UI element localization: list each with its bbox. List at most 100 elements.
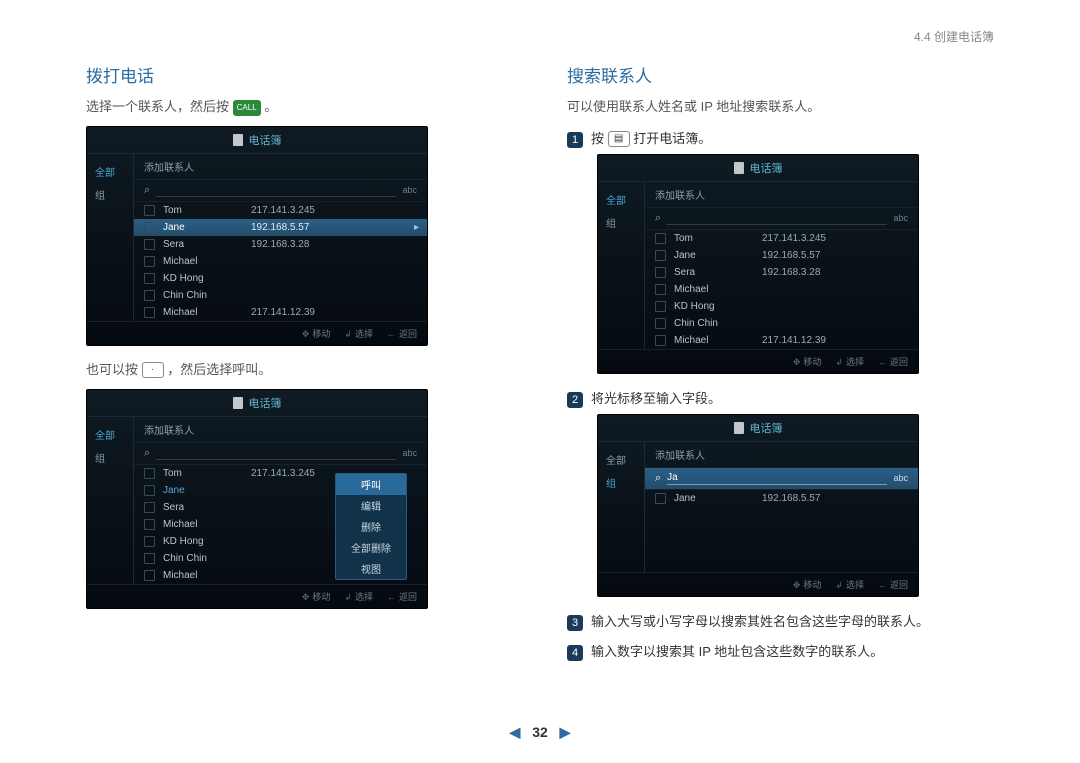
list-item[interactable]: Jane192.168.5.57▸: [134, 219, 427, 236]
checkbox[interactable]: [144, 536, 155, 547]
call-key-icon: CALL: [233, 100, 261, 116]
panel-title: 电话簿: [87, 390, 427, 417]
list-item[interactable]: KD Hong: [645, 298, 918, 315]
contact-name: KD Hong: [674, 301, 754, 312]
sidebar-all[interactable]: 全部: [598, 188, 644, 211]
next-page-button[interactable]: ▶: [560, 724, 571, 740]
sidebar-group[interactable]: 组: [87, 446, 133, 469]
list-item[interactable]: Michael: [134, 253, 427, 270]
foot-back: 返回: [878, 578, 908, 591]
text: 。: [264, 99, 277, 114]
sidebar: 全部 组: [598, 442, 645, 572]
search-row[interactable]: ⌕ abc: [645, 208, 918, 230]
sidebar-all[interactable]: 全部: [87, 160, 133, 183]
list-item[interactable]: Jane192.168.5.57: [645, 490, 918, 507]
list-item[interactable]: Chin Chin: [134, 287, 427, 304]
step-1: 1 按 ▤ 打开电话簿。: [567, 128, 994, 148]
contact-name: Sera: [674, 267, 754, 278]
checkbox[interactable]: [144, 290, 155, 301]
foot-back: 返回: [387, 327, 417, 340]
sidebar: 全部 组: [598, 182, 645, 349]
list-item[interactable]: Tom217.141.3.245: [134, 202, 427, 219]
contact-name: Jane: [163, 485, 243, 496]
checkbox[interactable]: [144, 222, 155, 233]
checkbox[interactable]: [655, 493, 666, 504]
title-text: 电话簿: [750, 420, 783, 436]
add-contact-row[interactable]: 添加联系人: [134, 417, 427, 443]
search-icon: ⌕: [144, 184, 150, 197]
checkbox[interactable]: [655, 301, 666, 312]
search-row[interactable]: ⌕ abc: [134, 180, 427, 202]
checkbox[interactable]: [144, 553, 155, 564]
contact-name: Chin Chin: [674, 318, 754, 329]
checkbox[interactable]: [144, 307, 155, 318]
sidebar: 全部 组: [87, 417, 134, 584]
phonebook-icon: [734, 162, 744, 174]
list-item[interactable]: Michael: [645, 281, 918, 298]
search-icon: ⌕: [655, 212, 661, 225]
list-item[interactable]: Michael217.141.12.39: [645, 332, 918, 349]
checkbox[interactable]: [144, 519, 155, 530]
list-item[interactable]: Sera192.168.3.28: [134, 236, 427, 253]
search-input[interactable]: [667, 212, 887, 225]
checkbox[interactable]: [655, 335, 666, 346]
phonebook-key-icon: ▤: [608, 131, 630, 147]
search-input[interactable]: [156, 184, 396, 197]
contact-ip: 192.168.5.57: [762, 250, 908, 261]
foot-back: 返回: [878, 355, 908, 368]
contact-ip: 217.141.3.245: [251, 205, 417, 216]
list-item[interactable]: Chin Chin: [645, 315, 918, 332]
ctx-view[interactable]: 视图: [336, 558, 406, 579]
panel-footer: 移动 选择 返回: [87, 321, 427, 345]
add-contact-row[interactable]: 添加联系人: [645, 442, 918, 468]
search-row[interactable]: ⌕ Ja abc: [645, 468, 918, 490]
dial-instruction: 选择一个联系人，然后按 CALL 。: [86, 97, 513, 118]
add-contact-row[interactable]: 添加联系人: [134, 154, 427, 180]
sidebar-all[interactable]: 全部: [598, 448, 644, 471]
pager: ◀ 32 ▶: [0, 724, 1080, 741]
chevron-right-icon: ▸: [414, 222, 419, 233]
sidebar-group[interactable]: 组: [87, 183, 133, 206]
prev-page-button[interactable]: ◀: [510, 724, 521, 740]
checkbox[interactable]: [144, 273, 155, 284]
checkbox[interactable]: [144, 485, 155, 496]
contact-list: Tom217.141.3.245 Jane 192.168.5.57 Sera19…: [645, 230, 918, 349]
sidebar-all[interactable]: 全部: [87, 423, 133, 446]
ctx-delete-all[interactable]: 全部删除: [336, 537, 406, 558]
checkbox[interactable]: [655, 233, 666, 244]
list-item[interactable]: Sera192.168.3.28: [645, 264, 918, 281]
sidebar-group[interactable]: 组: [598, 211, 644, 234]
checkbox[interactable]: [144, 239, 155, 250]
title-text: 电话簿: [249, 132, 282, 148]
abc-label: abc: [402, 448, 417, 458]
checkbox[interactable]: [655, 267, 666, 278]
list-item[interactable]: Tom217.141.3.245: [645, 230, 918, 247]
list-item[interactable]: KD Hong: [134, 270, 427, 287]
checkbox[interactable]: [144, 468, 155, 479]
contact-name: Jane: [674, 250, 754, 261]
ctx-edit[interactable]: 编辑: [336, 495, 406, 516]
sidebar-group[interactable]: 组: [598, 471, 644, 494]
ctx-call[interactable]: 呼叫: [336, 474, 406, 495]
checkbox[interactable]: [144, 205, 155, 216]
contact-name: KD Hong: [163, 273, 243, 284]
step-2: 2 将光标移至输入字段。: [567, 388, 994, 408]
abc-label: abc: [402, 185, 417, 195]
add-contact-row[interactable]: 添加联系人: [645, 182, 918, 208]
list-item[interactable]: Jane 192.168.5.57: [645, 247, 918, 264]
checkbox[interactable]: [144, 256, 155, 267]
search-input[interactable]: [156, 447, 396, 460]
checkbox[interactable]: [655, 284, 666, 295]
checkbox[interactable]: [144, 570, 155, 581]
search-row[interactable]: ⌕ abc: [134, 443, 427, 465]
search-input[interactable]: Ja: [667, 472, 887, 485]
ctx-delete[interactable]: 删除: [336, 516, 406, 537]
list-item[interactable]: Michael217.141.12.39: [134, 304, 427, 321]
contact-ip: 192.168.5.57: [251, 222, 417, 233]
foot-select: 选择: [344, 327, 373, 340]
checkbox[interactable]: [144, 502, 155, 513]
text: 输入大写或小写字母以搜索其姓名包含这些字母的联系人。: [591, 611, 929, 630]
checkbox[interactable]: [655, 250, 666, 261]
checkbox[interactable]: [655, 318, 666, 329]
step-badge: 1: [567, 132, 583, 148]
